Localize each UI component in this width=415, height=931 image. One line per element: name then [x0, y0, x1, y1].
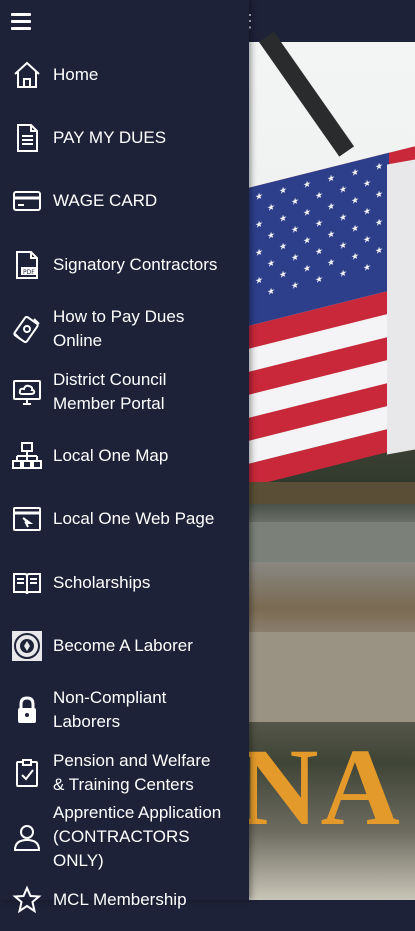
menu-item-label: Scholarships [53, 572, 151, 592]
menu-item-local-one-map[interactable]: Local One Map [0, 424, 249, 487]
flag-fold [387, 159, 415, 455]
menu-item-label: WAGE CARD [53, 190, 158, 210]
menu-item-signatory-contractors[interactable]: PDF Signatory Contractors [0, 233, 249, 296]
card-icon [11, 185, 43, 217]
svg-text:PDF: PDF [23, 269, 35, 276]
scaffold [249, 522, 415, 562]
menu-item-wage-card[interactable]: WAGE CARD [0, 169, 249, 232]
menu-item-pension-and-welfare[interactable]: Pension and Welfare & Training Centers [0, 741, 249, 804]
menu-item-non-compliant-laborers[interactable]: Non-Compliant Laborers [0, 678, 249, 741]
more-options-icon[interactable]: ⋮ [249, 12, 259, 30]
flag-pole [259, 31, 355, 157]
menu-item-scholarships[interactable]: Scholarships [0, 551, 249, 614]
menu-item-label: Signatory Contractors [53, 254, 218, 274]
user-icon [11, 821, 43, 853]
pdf-icon: PDF [11, 249, 43, 281]
menu-item-label: Local One Web Page [53, 508, 215, 528]
navigation-drawer: Home PAY MY DUES WAGE CARD PDF Signatory… [0, 0, 249, 913]
cloud-monitor-icon [11, 376, 43, 408]
menu-item-how-to-pay-dues-online[interactable]: How to Pay Dues Online [0, 297, 249, 360]
menu-item-label: Home [53, 64, 99, 84]
menu-item-label: Non-Compliant Laborers [53, 687, 167, 731]
menu-item-apprentice-application[interactable]: Apprentice Application (CONTRACTORS ONLY) [0, 803, 249, 870]
menu-item-home[interactable]: Home [0, 43, 249, 106]
book-icon [11, 567, 43, 599]
home-icon [11, 59, 43, 91]
lock-icon [11, 694, 43, 726]
menu-item-label: Local One Map [53, 445, 169, 465]
menu-item-label: District Council Member Portal [53, 369, 167, 413]
document-icon [11, 122, 43, 154]
menu-item-pay-my-dues[interactable]: PAY MY DUES [0, 106, 249, 169]
menu-item-label: PAY MY DUES [53, 127, 167, 147]
money-icon [11, 313, 43, 345]
banner-text: NA [249, 726, 402, 848]
girder [249, 482, 415, 504]
menu-item-district-council-member-portal[interactable]: District Council Member Portal [0, 360, 249, 423]
menu-item-label: Become A Laborer [53, 635, 193, 655]
menu-item-label: Apprentice Application (CONTRACTORS ONLY) [53, 802, 222, 870]
background-content: ⋮ ★ ★ ★ ★ ★ ★ ★ ★ ★ ★ ★ ★ ★ ★ ★ ★ ★ ★ ★ ★ ★ ★ ★ ★ ★ ★ ★ ★ ★ ★ ★ ★ ★ [249, 0, 415, 900]
menu-item-local-one-web-page[interactable]: Local One Web Page [0, 487, 249, 550]
sitemap-icon [11, 440, 43, 472]
menu-item-label: Pension and Welfare & Training Centers [53, 750, 211, 794]
clipboard-check-icon [11, 757, 43, 789]
rubble [249, 632, 415, 722]
menu-item-label: How to Pay Dues Online [53, 306, 185, 350]
hamburger-menu-icon[interactable] [11, 13, 31, 31]
menu-item-become-a-laborer[interactable]: Become A Laborer [0, 614, 249, 677]
browser-icon [11, 503, 43, 535]
union-logo-icon [11, 630, 43, 662]
